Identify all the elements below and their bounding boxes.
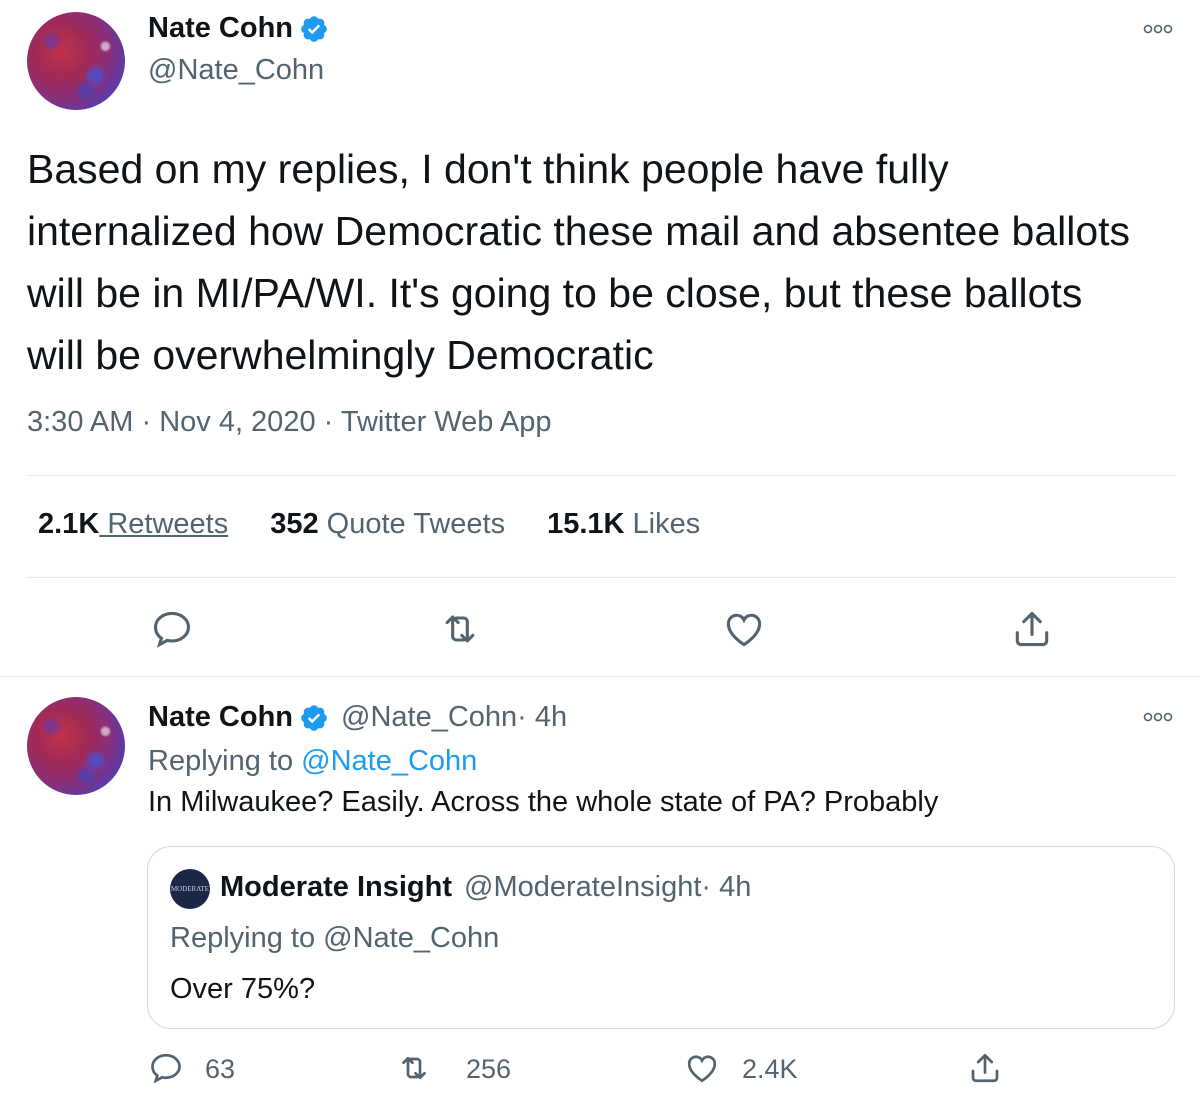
meta-separator: ·: [133, 406, 160, 438]
quote-tweets-count: 352: [270, 508, 319, 540]
tweet-stats: 2.1K Retweets 352 Quote Tweets 15.1K Lik…: [38, 508, 700, 541]
retweets-label: Retweets: [99, 508, 229, 540]
reply-author-name[interactable]: Nate Cohn: [148, 701, 293, 734]
author-handle-row: @Nate_Cohn: [148, 54, 324, 87]
divider: [27, 577, 1175, 578]
quoted-author-row: Moderate Insight @ModerateInsight · 4h: [220, 871, 751, 904]
retweet-button[interactable]: [396, 1050, 432, 1086]
more-options-icon[interactable]: [1143, 710, 1173, 724]
quote-tweets-label: Quote Tweets: [318, 508, 506, 540]
author-avatar[interactable]: [27, 12, 125, 110]
like-button[interactable]: [722, 607, 766, 651]
like-button[interactable]: [684, 1050, 720, 1086]
tweet-source[interactable]: Twitter Web App: [341, 406, 552, 438]
retweet-button[interactable]: [438, 607, 482, 651]
retweets-count: 2.1K: [38, 508, 100, 540]
reply-count: 63: [205, 1054, 236, 1084]
reply-button[interactable]: [150, 607, 194, 651]
quoted-replying-to: Replying to @Nate_Cohn: [170, 922, 499, 955]
quoted-text: Over 75%?: [170, 973, 316, 1005]
divider: [27, 475, 1175, 476]
reply-icon: [153, 611, 191, 648]
reply-age[interactable]: · 4h: [517, 701, 567, 734]
replying-to-link[interactable]: @Nate_Cohn: [301, 745, 477, 777]
tweet-date[interactable]: Nov 4, 2020: [159, 406, 315, 438]
quoted-replying-prefix: Replying to: [170, 922, 324, 954]
reply-button[interactable]: [148, 1050, 184, 1086]
tweet-time[interactable]: 3:30 AM: [27, 406, 133, 438]
reply-icon: [151, 1053, 181, 1084]
retweet-icon: [402, 1056, 426, 1080]
tweet-separator: [0, 676, 1200, 677]
author-display-name[interactable]: Nate Cohn: [148, 12, 293, 45]
retweets-stat[interactable]: 2.1K Retweets: [38, 508, 228, 541]
verified-badge-icon: [301, 15, 327, 42]
like-icon: [687, 1055, 717, 1083]
reply-author-avatar[interactable]: [27, 697, 125, 795]
verified-badge-icon: [301, 704, 327, 731]
replying-to: Replying to @Nate_Cohn: [148, 745, 477, 778]
share-icon: [971, 1053, 999, 1083]
quoted-author-avatar: MODERATE: [170, 869, 210, 909]
author-handle[interactable]: @Nate_Cohn: [148, 54, 324, 87]
share-button[interactable]: [967, 1050, 1003, 1086]
likes-label: Likes: [624, 508, 701, 540]
quoted-avatar-text: MODERATE: [170, 885, 210, 893]
main-tweet: Nate Cohn @Nate_Cohn Based on my replies…: [0, 0, 1200, 676]
replying-prefix: Replying to: [148, 745, 302, 777]
like-icon: [726, 613, 762, 647]
reply-text: In Milwaukee? Easily. Across the whole s…: [148, 786, 939, 818]
meta-separator: ·: [315, 406, 341, 438]
more-options-icon[interactable]: [1143, 22, 1173, 36]
like-count: 2.4K: [742, 1054, 798, 1084]
retweet-icon: [445, 615, 475, 643]
retweet-count: 256: [466, 1054, 512, 1084]
quote-tweets-stat[interactable]: 352 Quote Tweets: [270, 508, 505, 541]
quoted-author-name: Moderate Insight: [220, 871, 453, 903]
share-icon: [1015, 611, 1049, 647]
reply-author-row: Nate Cohn @Nate_Cohn · 4h: [148, 701, 567, 734]
likes-stat[interactable]: 15.1K Likes: [547, 508, 700, 541]
tweet-text: Based on my replies, I don't think peopl…: [27, 146, 1131, 378]
tweet-metadata: 3:30 AM · Nov 4, 2020 · Twitter Web App: [27, 406, 551, 439]
quoted-author-handle: @ModerateInsight: [464, 871, 702, 903]
quoted-tweet[interactable]: MODERATE Moderate Insight @ModerateInsig…: [147, 846, 1175, 1029]
quoted-replying-handle: @Nate_Cohn: [323, 922, 500, 954]
quoted-age: · 4h: [701, 871, 752, 903]
author-name-row: Nate Cohn: [148, 12, 329, 45]
reply-author-handle[interactable]: @Nate_Cohn: [341, 701, 517, 734]
likes-count: 15.1K: [547, 508, 625, 540]
share-button[interactable]: [1010, 607, 1054, 651]
